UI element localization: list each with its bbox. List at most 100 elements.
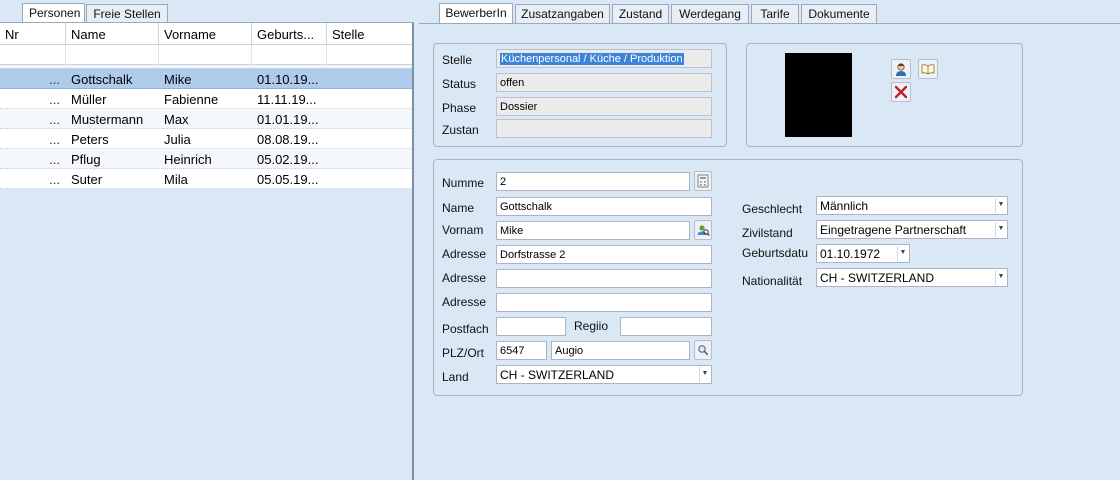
nummer-label: Numme: [442, 176, 485, 190]
land-label: Land: [442, 370, 469, 384]
filter-row[interactable]: [0, 45, 412, 65]
column-header-geburtsdatum[interactable]: Geburts...: [252, 23, 327, 45]
cell-vorname: Max: [164, 112, 189, 127]
plz-ort-label: PLZ/Ort: [442, 346, 485, 360]
geburtsdatum-picker[interactable]: 01.10.1972 ▼: [816, 244, 910, 263]
cell-stelle: [327, 129, 412, 149]
table-row[interactable]: ... Suter Mila 05.05.19...: [0, 169, 412, 189]
tab-dokumente[interactable]: Dokumente: [801, 4, 877, 23]
cell-vorname: Heinrich: [164, 152, 212, 167]
grid-header: Nr Name Vorname Geburts... Stelle: [0, 23, 412, 45]
table-row[interactable]: ... Müller Fabienne 11.11.19...: [0, 89, 412, 109]
cell-geburtsdatum: 08.08.19...: [257, 132, 319, 147]
cell-nr: ...: [49, 132, 60, 147]
column-header-nr[interactable]: Nr: [0, 23, 66, 45]
table-row[interactable]: ... Mustermann Max 01.01.19...: [0, 109, 412, 129]
tab-zustand[interactable]: Zustand: [612, 4, 669, 23]
camera-person-icon[interactable]: [891, 59, 911, 79]
cell-geburtsdatum: 01.01.19...: [257, 112, 319, 127]
adresse1-label: Adresse: [442, 247, 487, 261]
name-field[interactable]: Gottschalk: [496, 197, 712, 216]
tab-zusatzangaben[interactable]: Zusatzangaben: [515, 4, 610, 23]
vorname-field[interactable]: Mike: [496, 221, 690, 240]
nationalitaet-label: Nationalität: [742, 274, 803, 288]
tab-werdegang[interactable]: Werdegang: [671, 4, 749, 23]
cell-nr: ...: [49, 152, 60, 167]
status-field[interactable]: offen: [496, 73, 712, 92]
adresse2-label: Adresse: [442, 271, 487, 285]
chevron-down-icon: ▼: [995, 270, 1006, 285]
ort-field[interactable]: Augio: [551, 341, 690, 360]
tab-personen[interactable]: Personen: [22, 3, 85, 23]
status-group: Stelle Küchenpersonal / Küche / Produkti…: [433, 43, 727, 147]
tab-freie-stellen[interactable]: Freie Stellen: [86, 4, 168, 23]
cell-geburtsdatum: 05.02.19...: [257, 152, 319, 167]
postfach-field[interactable]: [496, 317, 566, 336]
cell-name: Müller: [71, 92, 107, 107]
calculator-icon[interactable]: [694, 171, 712, 191]
cell-name: Pflug: [71, 152, 101, 167]
stelle-field[interactable]: Küchenpersonal / Küche / Produktion: [496, 49, 712, 68]
tab-tarife[interactable]: Tarife: [751, 4, 799, 23]
nummer-field[interactable]: 2: [496, 172, 690, 191]
nationalitaet-select[interactable]: CH - SWITZERLAND ▼: [816, 268, 1008, 287]
geschlecht-select[interactable]: Männlich ▼: [816, 196, 1008, 215]
photo-group: [746, 43, 1023, 147]
region-label: Regiio: [574, 319, 609, 333]
phase-field[interactable]: Dossier: [496, 97, 712, 116]
column-header-name[interactable]: Name: [66, 23, 159, 45]
cell-geburtsdatum: 05.05.19...: [257, 172, 319, 187]
zivilstand-select[interactable]: Eingetragene Partnerschaft ▼: [816, 220, 1008, 239]
adresse1-field[interactable]: Dorfstrasse 2: [496, 245, 712, 264]
filter-nr[interactable]: [0, 45, 66, 65]
cell-vorname: Julia: [164, 132, 191, 147]
plz-field[interactable]: 6547: [496, 341, 547, 360]
nationalitaet-value: CH - SWITZERLAND: [820, 271, 934, 285]
geschlecht-label: Geschlecht: [742, 202, 803, 216]
open-book-icon[interactable]: [918, 59, 938, 79]
cell-geburtsdatum: 01.10.19...: [257, 72, 319, 87]
left-tab-strip: Personen Freie Stellen: [0, 0, 416, 24]
cell-name: Peters: [71, 132, 109, 147]
adresse2-field[interactable]: [496, 269, 712, 288]
name-label: Name: [442, 201, 475, 215]
table-row[interactable]: ... Gottschalk Mike 01.10.19...: [0, 69, 412, 89]
cell-nr: ...: [49, 172, 60, 187]
cell-stelle: [327, 169, 412, 189]
search-icon[interactable]: [694, 340, 712, 360]
geburtsdatum-value: 01.10.1972: [820, 247, 881, 261]
column-header-stelle[interactable]: Stelle: [327, 23, 412, 45]
right-tab-strip: BewerberIn Zusatzangaben Zustand Werdega…: [419, 0, 1120, 24]
filter-vorname[interactable]: [159, 45, 252, 65]
filter-stelle[interactable]: [327, 45, 412, 65]
vorname-label: Vornam: [442, 223, 484, 237]
geschlecht-value: Männlich: [820, 199, 869, 213]
table-row[interactable]: ... Pflug Heinrich 05.02.19...: [0, 149, 412, 169]
zustand-label: Zustan: [442, 123, 479, 137]
geburtsdatum-label: Geburtsdatu: [742, 246, 809, 260]
zustand-field[interactable]: [496, 119, 712, 138]
land-value: CH - SWITZERLAND: [500, 368, 614, 382]
chevron-down-icon: ▼: [995, 198, 1006, 213]
cell-name: Suter: [71, 172, 103, 187]
column-header-vorname[interactable]: Vorname: [159, 23, 252, 45]
filter-geburtsdatum[interactable]: [252, 45, 327, 65]
postfach-label: Postfach: [442, 322, 489, 336]
bewerber-panel: Stelle Küchenpersonal / Küche / Produkti…: [419, 23, 1120, 480]
adresse3-field[interactable]: [496, 293, 712, 312]
delete-photo-icon[interactable]: [891, 82, 911, 102]
zivilstand-label: Zivilstand: [742, 226, 793, 240]
cell-name: Gottschalk: [71, 72, 133, 87]
person-search-icon[interactable]: [694, 220, 712, 240]
status-label: Status: [442, 77, 477, 91]
land-select[interactable]: CH - SWITZERLAND ▼: [496, 365, 712, 384]
chevron-down-icon: ▼: [897, 246, 908, 261]
table-row[interactable]: ... Peters Julia 08.08.19...: [0, 129, 412, 149]
chevron-down-icon: ▼: [699, 367, 710, 382]
tab-bewerberin[interactable]: BewerberIn: [439, 3, 513, 24]
region-field[interactable]: [620, 317, 712, 336]
cell-stelle: [327, 89, 412, 109]
person-photo: [785, 53, 852, 137]
filter-name[interactable]: [66, 45, 159, 65]
zivilstand-value: Eingetragene Partnerschaft: [820, 223, 967, 237]
